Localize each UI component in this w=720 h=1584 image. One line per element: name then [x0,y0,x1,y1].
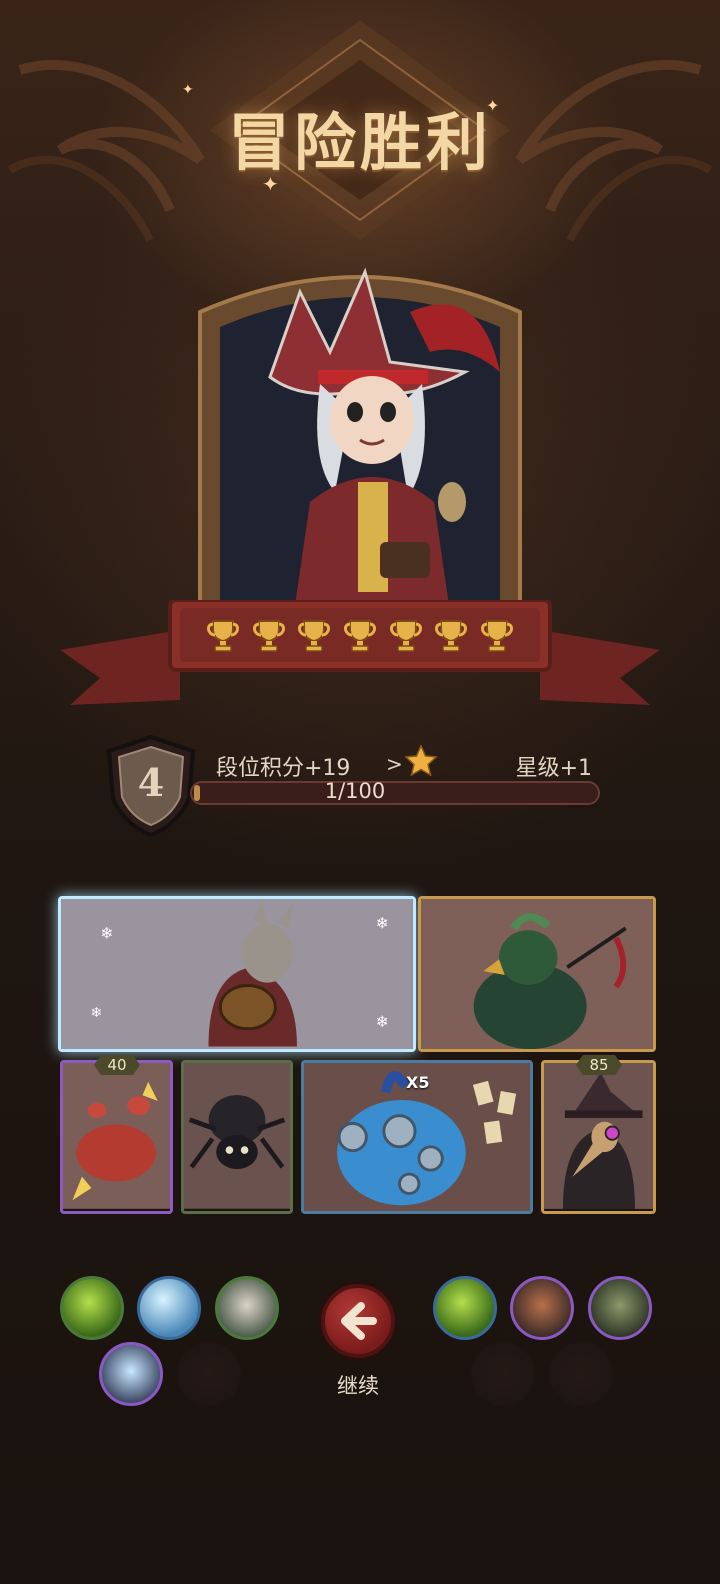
continue-label[interactable]: 继续 [310,1370,406,1400]
playing-cards-orb[interactable] [215,1276,279,1340]
goblin-orb[interactable] [588,1276,652,1340]
rank-level: 4 [137,760,165,805]
potion-orb-green[interactable] [433,1276,497,1340]
spider-portrait [184,1063,290,1209]
svg-text:❄: ❄ [376,1012,389,1031]
card-black-spider[interactable] [181,1060,293,1214]
potion-orb-green[interactable] [60,1276,124,1340]
rank-progress-text: 1/100 [324,779,386,803]
empty-slot-orb [549,1342,613,1406]
sparkle-icon: ✦ [486,96,500,115]
crystal-ball-orb[interactable] [137,1276,201,1340]
rank-points-label: 段位积分+19 [216,756,351,781]
raven-pirate-portrait [421,899,653,1049]
empty-slot-orb [177,1342,241,1406]
trophy-icon [342,616,378,654]
crab-warrior-portrait [63,1063,170,1209]
continue-button[interactable] [321,1284,395,1358]
card-donkey-bard[interactable]: ❄ ❄ ❄ ❄ [58,896,416,1052]
card-plague-doctor[interactable] [541,1060,656,1214]
trophy-row [205,616,515,656]
trophy-icon [251,616,287,654]
hero-portrait-frame [198,267,522,622]
rank-arrow: > [386,752,403,776]
level-badge: 85 [576,1055,622,1075]
level-badge: 40 [94,1055,140,1075]
card-crab-warrior[interactable] [60,1060,173,1214]
star-icon [404,744,438,777]
arrow-left-icon [341,1302,377,1340]
plague-doctor-portrait [544,1063,653,1209]
svg-text:❄: ❄ [376,913,389,932]
trophy-icon [296,616,332,654]
svg-text:❄: ❄ [90,1005,102,1021]
victory-title: 冒险胜利 [227,106,492,179]
card-raven-pirate[interactable] [418,896,656,1052]
sparkle-icon: ✦ [262,172,279,196]
spirit-orb[interactable] [99,1342,163,1406]
trophy-icon [433,616,469,654]
donkey-bard-portrait: ❄ ❄ ❄ ❄ [61,899,413,1049]
star-level-label: 星级+1 [515,756,592,781]
rock-golem-orb[interactable] [510,1276,574,1340]
trophy-icon [205,616,241,654]
trophy-icon [388,616,424,654]
trophy-icon [479,616,515,654]
empty-slot-orb [471,1342,535,1406]
sparkle-icon: ✦ [182,82,194,98]
svg-text:❄: ❄ [100,923,113,942]
multiplier-label: X5 [406,1073,430,1092]
